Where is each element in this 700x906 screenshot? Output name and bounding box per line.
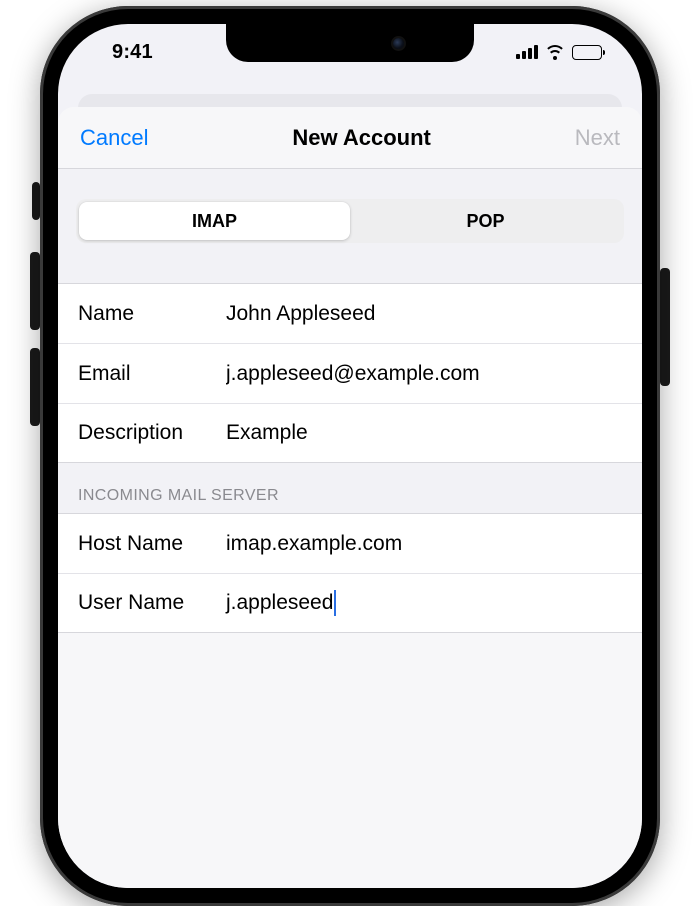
- name-label: Name: [78, 302, 226, 326]
- email-row[interactable]: Email: [58, 343, 642, 403]
- cellular-icon: [516, 45, 538, 59]
- host-name-field[interactable]: [226, 532, 622, 556]
- account-info-group: Name Email Description: [58, 283, 642, 463]
- screen: 9:41 Cancel New Account Next IMAP: [58, 24, 642, 888]
- notch: [226, 24, 474, 62]
- mute-switch: [32, 182, 40, 220]
- cancel-button[interactable]: Cancel: [80, 125, 148, 151]
- incoming-server-header: INCOMING MAIL SERVER: [58, 463, 642, 513]
- user-name-row[interactable]: User Name j.appleseed: [58, 573, 642, 633]
- user-name-label: User Name: [78, 591, 226, 615]
- email-field[interactable]: [226, 362, 622, 386]
- host-name-label: Host Name: [78, 532, 226, 556]
- host-name-row[interactable]: Host Name: [58, 513, 642, 573]
- text-cursor-icon: [334, 590, 336, 616]
- power-button: [660, 268, 670, 386]
- description-field[interactable]: [226, 421, 622, 445]
- volume-up-button: [30, 252, 40, 330]
- next-button[interactable]: Next: [575, 125, 620, 151]
- email-label: Email: [78, 362, 226, 386]
- user-name-field[interactable]: j.appleseed: [226, 590, 622, 616]
- status-time: 9:41: [112, 41, 153, 64]
- nav-bar: Cancel New Account Next: [58, 107, 642, 169]
- phone-frame: 9:41 Cancel New Account Next IMAP: [40, 6, 660, 906]
- volume-down-button: [30, 348, 40, 426]
- page-title: New Account: [292, 125, 431, 151]
- segment-imap[interactable]: IMAP: [79, 202, 350, 240]
- wifi-icon: [545, 45, 565, 59]
- user-name-value: j.appleseed: [226, 591, 333, 615]
- battery-icon: [572, 45, 602, 60]
- segment-pop[interactable]: POP: [350, 202, 621, 240]
- sheet-background-card: [78, 94, 622, 108]
- protocol-segmented-control[interactable]: IMAP POP: [76, 199, 624, 243]
- incoming-server-group: Host Name User Name j.appleseed: [58, 513, 642, 633]
- camera-icon: [393, 38, 404, 49]
- name-row[interactable]: Name: [58, 283, 642, 343]
- description-row[interactable]: Description: [58, 403, 642, 463]
- description-label: Description: [78, 421, 226, 445]
- name-field[interactable]: [226, 302, 622, 326]
- new-account-sheet: Cancel New Account Next IMAP POP Name: [58, 107, 642, 888]
